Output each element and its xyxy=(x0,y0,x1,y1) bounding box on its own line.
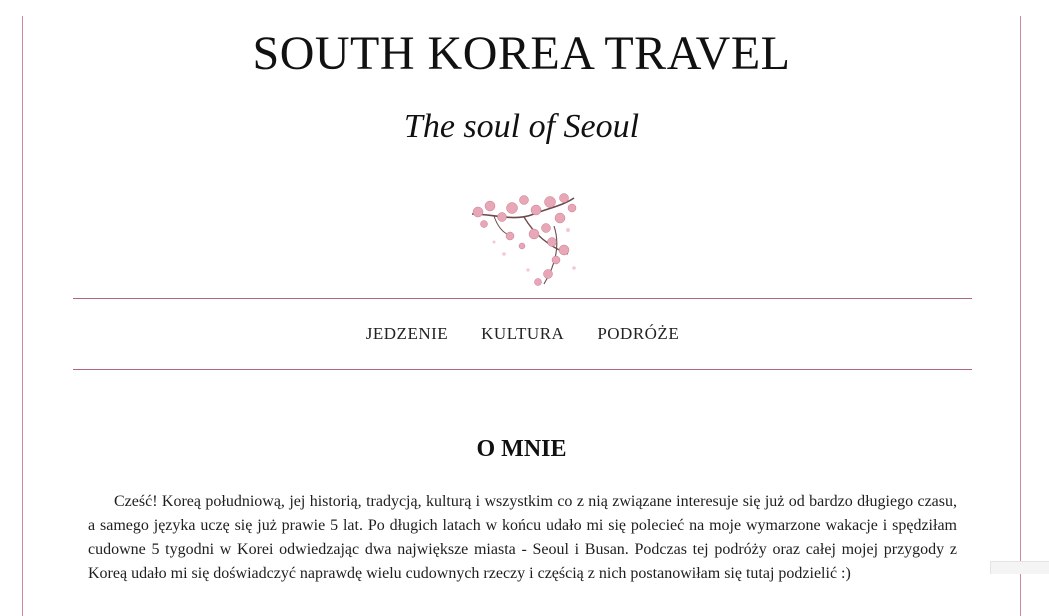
corner-widget[interactable] xyxy=(990,561,1049,574)
main-nav: JEDZENIE KULTURA PODRÓŻE xyxy=(73,298,972,370)
site-tagline: The soul of Seoul xyxy=(23,108,1020,146)
page-frame: SOUTH KOREA TRAVEL The soul of Seoul xyxy=(22,16,1021,616)
nav-item-kultura[interactable]: KULTURA xyxy=(481,324,564,344)
about-heading: O MNIE xyxy=(23,436,1020,463)
site-title[interactable]: SOUTH KOREA TRAVEL xyxy=(23,26,1020,81)
cherry-blossom-icon xyxy=(464,184,582,290)
about-text: Cześć! Koreą południową, jej historią, t… xyxy=(88,490,957,586)
nav-item-jedzenie[interactable]: JEDZENIE xyxy=(366,324,448,344)
nav-item-podroze[interactable]: PODRÓŻE xyxy=(597,324,679,344)
